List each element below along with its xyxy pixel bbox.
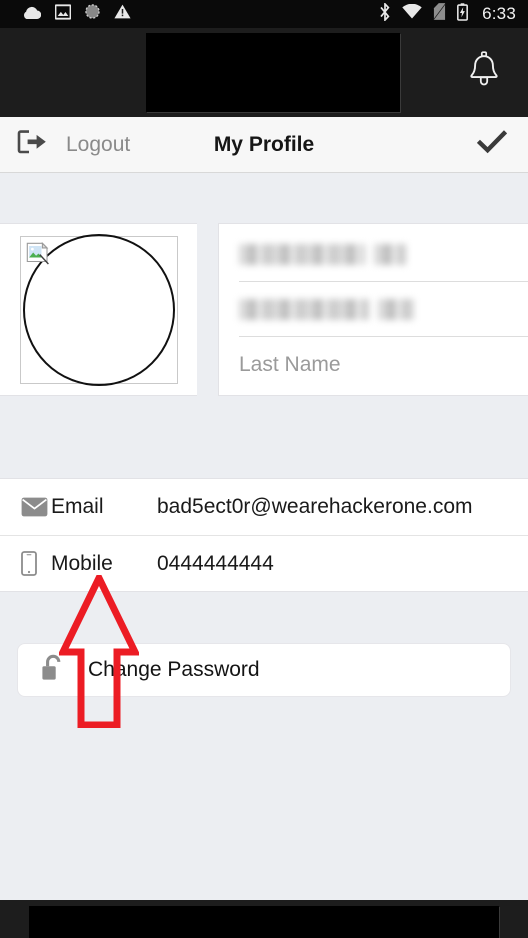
redacted-value — [378, 298, 414, 320]
logout-label: Logout — [66, 132, 131, 156]
battery-charging-icon — [457, 2, 469, 26]
smartphone-icon — [21, 551, 51, 576]
no-sim-icon — [433, 3, 447, 25]
envelope-icon — [21, 497, 51, 517]
status-bar-clock: 6:33 — [482, 4, 516, 23]
redacted-value — [374, 243, 406, 265]
section-spacer — [197, 223, 218, 396]
first-name-field[interactable] — [239, 282, 528, 337]
broken-image-icon — [26, 241, 52, 268]
phone-screen: 6:33 Logout My Profile Last Name Email b… — [0, 0, 528, 938]
profile-content: Last Name Email bad5ect0r@wearehackerone… — [0, 173, 528, 900]
change-password-button[interactable]: Change Password — [18, 644, 510, 696]
app-header — [0, 28, 528, 117]
android-status-bar: 6:33 — [0, 0, 528, 28]
unlock-icon — [40, 654, 66, 687]
image-icon — [54, 3, 72, 25]
save-profile-button[interactable] — [470, 123, 514, 167]
email-label: Email — [51, 495, 104, 518]
last-name-field[interactable]: Last Name — [239, 337, 528, 392]
mobile-label: Mobile — [51, 551, 113, 575]
profile-photo-card[interactable] — [0, 223, 197, 396]
bell-icon — [467, 51, 501, 94]
check-icon — [476, 130, 508, 159]
status-bar-right-icons: 6:33 — [379, 1, 516, 26]
logout-button[interactable]: Logout — [0, 117, 130, 172]
app-logo-redacted — [146, 33, 400, 112]
email-row[interactable]: Email bad5ect0r@wearehackerone.com — [0, 479, 528, 535]
sync-circle-icon — [85, 4, 100, 24]
cloud-icon — [22, 5, 42, 24]
mobile-value: 0444444444 — [157, 551, 274, 575]
exit-icon — [17, 129, 47, 160]
section-gap — [0, 396, 528, 478]
last-name-placeholder: Last Name — [239, 352, 341, 376]
redacted-value — [239, 243, 365, 265]
mobile-row[interactable]: Mobile 0444444444 — [0, 535, 528, 591]
notifications-button[interactable] — [458, 47, 510, 99]
email-value: bad5ect0r@wearehackerone.com — [157, 495, 473, 518]
wifi-icon — [402, 3, 422, 24]
page-toolbar: Logout My Profile — [0, 117, 528, 173]
change-password-label: Change Password — [88, 658, 260, 681]
contact-section: Email bad5ect0r@wearehackerone.com Mobil… — [0, 478, 528, 592]
redacted-value — [239, 298, 369, 320]
action-gap — [0, 592, 528, 644]
status-bar-left-icons — [22, 3, 131, 25]
bottom-banner-redacted — [29, 905, 499, 938]
content-top-gap — [0, 173, 528, 223]
profile-photo-broken-image[interactable] — [19, 233, 178, 386]
warning-triangle-icon — [114, 4, 131, 24]
bottom-banner — [0, 900, 528, 938]
bluetooth-icon — [379, 1, 391, 26]
profile-fields-card: Last Name — [218, 223, 528, 396]
title-field[interactable] — [239, 227, 528, 282]
profile-identity-section: Last Name — [0, 223, 528, 396]
